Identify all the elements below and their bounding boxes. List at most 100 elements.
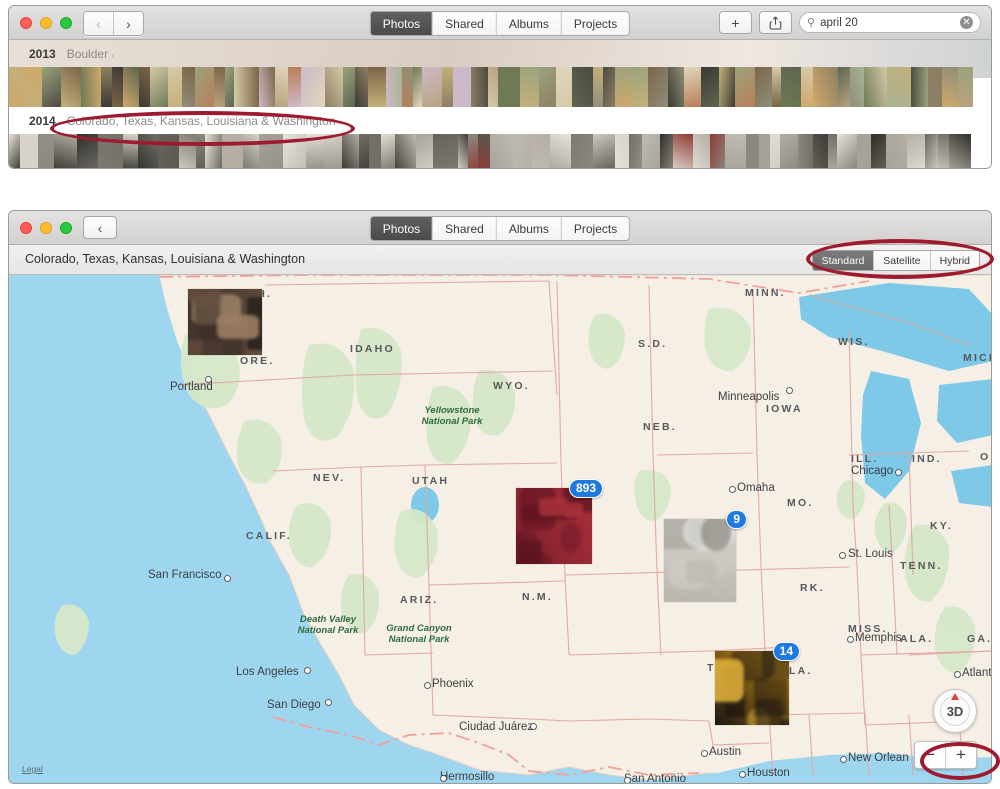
photo-thumbnail[interactable] <box>772 67 781 107</box>
photo-thumbnail[interactable] <box>355 67 368 107</box>
photo-thumbnail[interactable] <box>395 134 416 168</box>
moment-header-2013[interactable]: 2013 Boulder › <box>9 40 991 67</box>
photo-thumbnail[interactable] <box>746 134 759 168</box>
photo-thumbnail[interactable] <box>453 67 471 107</box>
tab-shared[interactable]: Shared <box>432 12 496 35</box>
photo-thumbnail[interactable] <box>490 134 513 168</box>
photo-thumbnail[interactable] <box>710 134 725 168</box>
map-canvas[interactable]: SH.MONT.N.D.MINN.ORE.IDAHOS.D.WIS.MICH.W… <box>9 275 991 783</box>
photo-thumbnail[interactable] <box>368 67 386 107</box>
photo-thumbnail[interactable] <box>532 134 550 168</box>
photo-thumbnail[interactable] <box>413 67 422 107</box>
photo-thumbnail[interactable] <box>54 134 77 168</box>
photo-thumbnail[interactable] <box>306 134 324 168</box>
search-input-value[interactable]: april 20 <box>820 17 955 29</box>
photo-thumbnail[interactable] <box>214 67 225 107</box>
zoom-button[interactable] <box>60 17 72 29</box>
photo-thumbnail[interactable] <box>615 67 631 107</box>
zoom-in-button[interactable]: + <box>945 742 976 768</box>
photo-thumbnail[interactable] <box>958 67 973 107</box>
photo-thumbnail[interactable] <box>838 67 850 107</box>
photo-thumbnail[interactable] <box>629 134 642 168</box>
photo-thumbnail[interactable] <box>259 134 283 168</box>
photo-thumbnail[interactable] <box>9 67 26 107</box>
photo-thumbnail[interactable] <box>813 67 838 107</box>
photo-thumbnail[interactable] <box>288 67 301 107</box>
photo-thumbnail[interactable] <box>61 67 81 107</box>
photo-thumbnail[interactable] <box>755 67 772 107</box>
map-style-satellite[interactable]: Satellite <box>873 251 930 270</box>
photo-thumbnail[interactable] <box>857 134 871 168</box>
photo-thumbnail[interactable] <box>813 134 828 168</box>
photo-thumbnail[interactable] <box>168 67 182 107</box>
photo-thumbnail[interactable] <box>138 134 158 168</box>
moment-place-link[interactable]: Colorado, Texas, Kansas, Louisiana & Was… <box>67 114 342 128</box>
photo-cluster[interactable]: 9 <box>664 510 747 602</box>
photo-thumbnail[interactable] <box>139 67 150 107</box>
photo-thumbnail[interactable] <box>949 134 971 168</box>
photo-thumbnail[interactable] <box>571 134 593 168</box>
tab-albums[interactable]: Albums <box>495 217 561 240</box>
photo-thumbnail[interactable] <box>26 67 42 107</box>
photo-strip-2013[interactable] <box>9 67 991 107</box>
tab-photos[interactable]: Photos <box>370 12 433 35</box>
photo-thumbnail[interactable] <box>593 67 603 107</box>
photo-thumbnail[interactable] <box>301 67 325 107</box>
photo-thumbnail[interactable] <box>195 67 214 107</box>
photo-thumbnail[interactable] <box>324 134 342 168</box>
photo-thumbnail[interactable] <box>942 67 958 107</box>
photo-thumbnail[interactable] <box>928 67 942 107</box>
photo-thumbnail[interactable] <box>77 134 98 168</box>
photo-thumbnail[interactable] <box>359 134 369 168</box>
zoom-out-button[interactable]: − <box>915 742 945 768</box>
photo-thumbnail[interactable] <box>911 67 928 107</box>
photo-thumbnail[interactable] <box>781 67 801 107</box>
tab-projects[interactable]: Projects <box>560 12 630 35</box>
photo-thumbnail[interactable] <box>386 67 402 107</box>
minimize-button[interactable] <box>40 222 52 234</box>
photo-thumbnail[interactable] <box>81 67 101 107</box>
photo-cluster[interactable]: 14 <box>715 642 800 725</box>
map-style-standard[interactable]: Standard <box>812 251 874 270</box>
clear-search-icon[interactable]: ✕ <box>960 16 973 29</box>
photo-thumbnail[interactable] <box>182 67 195 107</box>
photo-thumbnail[interactable] <box>468 134 478 168</box>
photo-thumbnail[interactable] <box>837 134 857 168</box>
photo-cluster-thumbnail[interactable] <box>188 289 262 355</box>
photo-thumbnail[interactable] <box>234 67 259 107</box>
photo-thumbnail[interactable] <box>343 67 355 107</box>
photo-thumbnail[interactable] <box>725 134 746 168</box>
legal-link[interactable]: Legal <box>22 764 43 774</box>
photo-cluster-thumbnail[interactable] <box>664 519 736 602</box>
photo-thumbnail[interactable] <box>101 67 112 107</box>
tab-shared[interactable]: Shared <box>432 217 496 240</box>
photo-thumbnail[interactable] <box>556 67 572 107</box>
search-field[interactable]: ⚲ april 20 ✕ <box>799 12 981 33</box>
tab-projects[interactable]: Projects <box>560 217 630 240</box>
photo-thumbnail[interactable] <box>780 134 798 168</box>
tab-photos[interactable]: Photos <box>370 217 433 240</box>
photo-thumbnail[interactable] <box>642 134 660 168</box>
photo-thumbnail[interactable] <box>422 67 442 107</box>
photo-thumbnail[interactable] <box>150 67 168 107</box>
photo-thumbnail[interactable] <box>907 134 925 168</box>
close-button[interactable] <box>20 222 32 234</box>
photo-thumbnail[interactable] <box>520 67 539 107</box>
photo-thumbnail[interactable] <box>98 134 123 168</box>
photo-thumbnail[interactable] <box>850 67 864 107</box>
photo-thumbnail[interactable] <box>402 67 413 107</box>
photo-thumbnail[interactable] <box>158 134 179 168</box>
photo-thumbnail[interactable] <box>886 134 907 168</box>
photo-thumbnail[interactable] <box>550 134 571 168</box>
forward-button[interactable]: › <box>113 12 143 35</box>
photo-thumbnail[interactable] <box>196 134 205 168</box>
photo-thumbnail[interactable] <box>864 67 887 107</box>
close-button[interactable] <box>20 17 32 29</box>
photo-thumbnail[interactable] <box>887 67 911 107</box>
photo-thumbnail[interactable] <box>458 134 468 168</box>
photo-strip-2014[interactable] <box>9 134 991 168</box>
photo-thumbnail[interactable] <box>828 134 837 168</box>
photo-thumbnail[interactable] <box>123 134 138 168</box>
share-icon[interactable] <box>759 11 792 34</box>
photo-thumbnail[interactable] <box>648 67 668 107</box>
